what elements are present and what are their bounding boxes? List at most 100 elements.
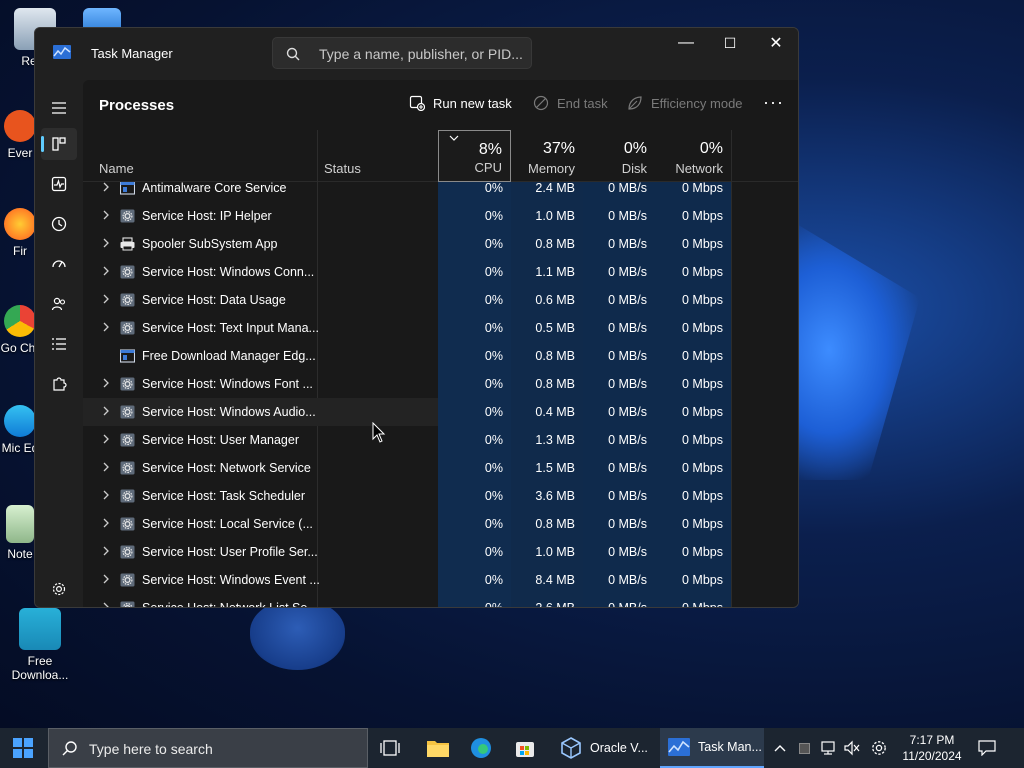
expand-chevron-icon[interactable]	[101, 182, 111, 193]
expand-chevron-icon[interactable]	[101, 405, 111, 417]
column-status[interactable]: Status	[317, 130, 438, 182]
end-task-button[interactable]: End task	[533, 95, 608, 111]
process-row[interactable]: Antimalware Core Service 0% 2.4 MB 0 MB/s 0 …	[83, 182, 731, 202]
nav-performance[interactable]	[41, 168, 77, 200]
memory-cell: 1.0 MB	[511, 202, 583, 230]
column-network[interactable]: 0% Network	[655, 130, 731, 182]
expand-chevron-icon[interactable]	[101, 517, 111, 529]
process-row[interactable]: Spooler SubSystem App 0% 0.8 MB 0 MB/s 0 Mbp…	[83, 230, 731, 258]
taskbar-edge[interactable]	[462, 728, 502, 768]
service-gear-icon	[120, 293, 135, 307]
nav-startup-apps[interactable]	[41, 248, 77, 280]
desktop-icon-free-download-manager[interactable]: Free Downloa...	[4, 608, 76, 682]
process-row[interactable]: Free Download Manager Edg... 0% 0.8 MB 0 MB…	[83, 342, 731, 370]
process-name: Service Host: User Profile Ser...	[142, 545, 318, 559]
expand-chevron-icon[interactable]	[101, 601, 111, 608]
network-cell: 0 Mbps	[655, 202, 731, 230]
start-button[interactable]	[0, 728, 46, 768]
mouse-cursor-icon	[372, 422, 386, 443]
expand-chevron-icon[interactable]	[101, 321, 111, 333]
wallpaper-blob	[250, 600, 345, 670]
process-list: Antimalware Core Service 0% 2.4 MB 0 MB/s 0 …	[83, 182, 731, 608]
column-cpu[interactable]: 8% CPU	[438, 130, 511, 182]
process-row[interactable]: Service Host: Windows Conn... 0% 1.1 MB 0 M…	[83, 258, 731, 286]
minimize-button[interactable]: —	[663, 28, 709, 58]
more-options-button[interactable]: ···	[763, 92, 784, 113]
process-row[interactable]: Service Host: Network Service 0% 1.5 MB 0 M…	[83, 454, 731, 482]
clock-date: 11/20/2024	[902, 749, 962, 763]
process-name: Free Download Manager Edg...	[142, 349, 316, 363]
maximize-button[interactable]: ☐	[707, 28, 753, 58]
taskbar-search-box[interactable]: Type here to search	[48, 728, 368, 768]
expand-chevron-icon[interactable]	[101, 573, 111, 585]
end-task-label: End task	[557, 95, 608, 111]
process-row[interactable]: Service Host: Windows Audio... 0% 0.4 MB 0 …	[83, 398, 731, 426]
volume-tray-button[interactable]	[841, 728, 863, 768]
tray-app-icon[interactable]	[795, 728, 813, 768]
taskbar-task-manager[interactable]: Task Man...	[660, 728, 764, 768]
memory-cell: 0.5 MB	[511, 314, 583, 342]
list-icon	[52, 338, 66, 350]
task-view-button[interactable]	[372, 728, 412, 768]
expand-chevron-icon[interactable]	[101, 377, 111, 389]
disk-cell: 0 MB/s	[583, 566, 655, 594]
show-hidden-icons-button[interactable]	[770, 728, 790, 768]
puzzle-icon	[53, 377, 67, 391]
memory-cell: 0.8 MB	[511, 342, 583, 370]
title-bar[interactable]: Task Manager Type a name, publisher, or …	[35, 28, 798, 80]
expand-chevron-icon[interactable]	[101, 545, 111, 557]
expand-chevron-icon[interactable]	[101, 461, 111, 473]
nav-services[interactable]	[41, 368, 77, 400]
close-button[interactable]: ✕	[753, 28, 798, 58]
network-cell: 0 Mbps	[655, 510, 731, 538]
desktop-icon-label: Note	[7, 547, 33, 561]
service-gear-icon	[120, 545, 135, 559]
process-row[interactable]: Service Host: IP Helper 0% 1.0 MB 0 MB/s 0 M…	[83, 202, 731, 230]
expand-chevron-icon[interactable]	[101, 265, 111, 277]
process-row[interactable]: Service Host: Text Input Mana... 0% 0.5 MB…	[83, 314, 731, 342]
notifications-button[interactable]	[974, 728, 1000, 768]
disk-percent: 0%	[623, 140, 647, 157]
process-row[interactable]: Service Host: Network List Se... 0% 2.6 MB…	[83, 594, 731, 608]
volume-muted-icon	[844, 740, 860, 756]
clock-time: 7:17 PM	[909, 733, 955, 747]
efficiency-mode-button[interactable]: Efficiency mode	[627, 95, 743, 111]
expand-chevron-icon[interactable]	[101, 237, 111, 249]
expand-chevron-icon[interactable]	[101, 433, 111, 445]
hamburger-menu-button[interactable]	[41, 92, 77, 124]
process-row[interactable]: Service Host: Task Scheduler 0% 3.6 MB 0 MB…	[83, 482, 731, 510]
nav-details[interactable]	[41, 328, 77, 360]
nav-settings[interactable]	[41, 573, 77, 605]
process-name: Service Host: IP Helper	[142, 209, 272, 223]
expand-chevron-icon[interactable]	[101, 293, 111, 305]
network-cell: 0 Mbps	[655, 314, 731, 342]
nav-processes[interactable]	[41, 128, 77, 160]
process-name: Service Host: Windows Font ...	[142, 377, 313, 391]
history-icon	[51, 216, 67, 232]
users-icon	[51, 297, 66, 311]
search-box[interactable]: Type a name, publisher, or PID...	[272, 37, 532, 69]
column-name[interactable]: Name	[83, 130, 317, 182]
clock[interactable]: 7:17 PM 11/20/2024	[893, 732, 971, 764]
process-row[interactable]: Service Host: User Manager 0% 1.3 MB 0 MB/s…	[83, 426, 731, 454]
memory-cell: 2.6 MB	[511, 594, 583, 607]
network-tray-button[interactable]	[817, 728, 839, 768]
column-memory[interactable]: 37% Memory	[511, 130, 583, 182]
cpu-percent: 8%	[478, 141, 502, 158]
settings-tray-button[interactable]	[867, 728, 891, 768]
process-row[interactable]: Service Host: Windows Font ... 0% 0.8 MB 0 …	[83, 370, 731, 398]
taskbar-file-explorer[interactable]	[418, 728, 458, 768]
taskbar-oracle-virtualbox[interactable]: Oracle V...	[552, 728, 654, 768]
process-row[interactable]: Service Host: User Profile Ser... 0% 1.0 M…	[83, 538, 731, 566]
taskbar-store[interactable]	[506, 728, 546, 768]
expand-chevron-icon[interactable]	[101, 209, 111, 221]
nav-users[interactable]	[41, 288, 77, 320]
run-new-task-button[interactable]: Run new task	[409, 95, 512, 111]
nav-app-history[interactable]	[41, 208, 77, 240]
column-disk[interactable]: 0% Disk	[583, 130, 655, 182]
process-row[interactable]: Service Host: Local Service (... 0% 0.8 MB…	[83, 510, 731, 538]
expand-chevron-icon[interactable]	[101, 489, 111, 501]
processes-panel: Processes Run new task End task Efficien…	[83, 80, 798, 608]
process-row[interactable]: Service Host: Data Usage 0% 0.6 MB 0 MB/s 0 …	[83, 286, 731, 314]
process-row[interactable]: Service Host: Windows Event ... 0% 8.4 MB 0…	[83, 566, 731, 594]
